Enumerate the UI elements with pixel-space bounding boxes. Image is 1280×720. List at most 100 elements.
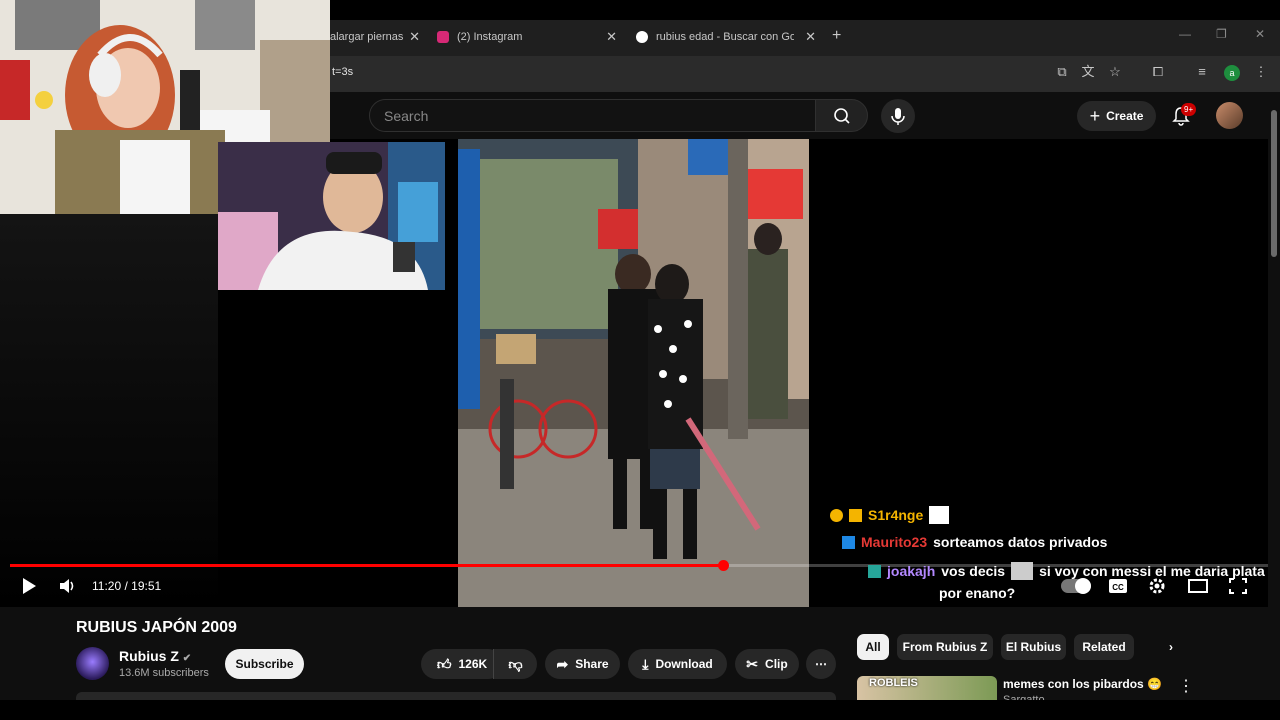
tab-title: rubius edad - Buscar con Google	[656, 31, 794, 43]
microphone-icon	[891, 108, 905, 125]
profile-avatar[interactable]: a	[1224, 65, 1240, 81]
plus-icon: +	[1089, 105, 1101, 126]
search-input[interactable]: Search	[369, 99, 816, 132]
create-label: Create	[1106, 109, 1144, 123]
chip-related[interactable]: Related	[1074, 634, 1134, 660]
chat-message: Maurito23 sorteamos datos privados	[842, 534, 1107, 550]
chips-next-button[interactable]: ›	[1158, 634, 1184, 660]
like-count: 126K	[458, 657, 488, 671]
channel-name-text: Rubius Z	[119, 648, 179, 664]
create-button[interactable]: + Create	[1077, 101, 1156, 131]
emote-icon	[929, 506, 950, 524]
description-box[interactable]	[76, 692, 836, 700]
time-display: 11:20 / 19:51	[92, 579, 162, 593]
thumbs-up-icon: 👍︎	[436, 655, 452, 672]
translate-icon[interactable]: 文	[1080, 64, 1096, 80]
verified-icon: ✔	[182, 653, 192, 664]
chip-el-rubius[interactable]: El Rubius	[1001, 634, 1066, 660]
channel-name[interactable]: Rubius Z ✔	[119, 648, 191, 664]
media-control-icon[interactable]: ≡	[1194, 64, 1210, 80]
autoplay-toggle[interactable]	[1061, 578, 1091, 594]
clip-label: Clip	[765, 657, 788, 671]
taskbar-strip	[0, 700, 1280, 720]
dislike-button[interactable]: 👎︎	[493, 649, 537, 679]
close-tab-icon[interactable]: ✕	[409, 29, 420, 45]
instagram-icon	[437, 31, 449, 43]
badge-icon	[830, 508, 843, 522]
chat-text: si voy con messi el me daria plata	[1039, 563, 1265, 579]
subscriber-count: 13.6M subscribers	[119, 667, 209, 679]
progress-bar-fill	[10, 564, 723, 567]
chat-username: joakajh	[887, 563, 936, 579]
channel-avatar[interactable]	[76, 647, 109, 680]
like-button[interactable]: 👍︎ 126K	[421, 649, 503, 679]
share-icon: ➦	[556, 655, 569, 672]
search-button[interactable]	[815, 99, 868, 132]
tab-title: alargar piernas	[330, 31, 404, 43]
video-dark-region	[0, 214, 218, 607]
tab-instagram[interactable]: (2) Instagram ✕	[437, 24, 617, 50]
new-tab-button[interactable]: +	[832, 27, 841, 45]
cast-icon[interactable]: ⧉	[1054, 64, 1070, 80]
close-tab-icon[interactable]: ✕	[606, 29, 617, 45]
chat-message-continued: por enano?	[939, 585, 1015, 601]
browser-menu-icon[interactable]: ⋮	[1253, 64, 1269, 80]
url-text[interactable]: t=3s	[332, 66, 353, 78]
search-placeholder: Search	[384, 108, 429, 124]
autoplay-toggle-knob	[1075, 578, 1091, 594]
video-title: RUBIUS JAPÓN 2009	[76, 619, 237, 636]
close-window-icon[interactable]: ✕	[1255, 27, 1265, 41]
recommended-video-title[interactable]: memes con los pibardos 😁	[1003, 677, 1162, 691]
webcam-overlay-guest	[218, 142, 445, 290]
progress-scrubber-handle[interactable]	[718, 560, 729, 571]
restore-icon[interactable]: ❐	[1216, 27, 1227, 41]
theater-mode-icon[interactable]	[1188, 579, 1208, 593]
chip-from-channel[interactable]: From Rubius Z	[897, 634, 993, 660]
google-icon	[636, 31, 648, 43]
download-label: Download	[655, 657, 713, 671]
captions-icon[interactable]: CC	[1108, 578, 1128, 594]
badge-icon	[842, 535, 855, 549]
download-button[interactable]: ⤓ Download	[628, 649, 727, 679]
share-button[interactable]: ➦ Share	[545, 649, 620, 679]
chevron-right-icon: ›	[1169, 640, 1173, 654]
tab-title: (2) Instagram	[457, 31, 523, 43]
chat-text: vos decis	[941, 563, 1006, 579]
scissors-icon: ✂	[746, 655, 759, 672]
thumbnail-text: ROBLEIS	[869, 677, 918, 689]
tab-alargar-piernas[interactable]: alargar piernas ✕	[330, 24, 420, 50]
chat-message: joakajh vos decis si voy con messi el me…	[868, 562, 1265, 580]
close-tab-icon[interactable]: ✕	[805, 29, 816, 45]
tab-google-search[interactable]: rubius edad - Buscar con Google ✕	[636, 24, 816, 50]
thumbs-down-icon: 👎︎	[508, 655, 523, 672]
chat-username: S1r4nge	[868, 507, 924, 523]
account-avatar[interactable]	[1216, 102, 1243, 129]
subscribe-button[interactable]: Subscribe	[225, 649, 304, 679]
play-icon[interactable]	[20, 577, 38, 595]
minimize-icon[interactable]: —	[1179, 27, 1191, 41]
share-label: Share	[575, 657, 609, 671]
svg-text:CC: CC	[1112, 583, 1124, 592]
search-icon	[834, 108, 850, 124]
chat-username: Maurito23	[861, 534, 928, 550]
volume-icon[interactable]	[58, 577, 78, 595]
bookmark-star-icon[interactable]: ☆	[1107, 64, 1123, 80]
extensions-icon[interactable]: ⧠	[1150, 64, 1166, 80]
clip-button[interactable]: ✂ Clip	[735, 649, 799, 679]
video-frame-street-photo	[458, 139, 809, 607]
recommendation-menu-icon[interactable]: ⋮	[1178, 676, 1194, 696]
crown-icon	[849, 508, 862, 522]
voice-search-button[interactable]	[881, 99, 915, 133]
scrollbar-thumb[interactable]	[1271, 110, 1277, 257]
emote-icon	[1011, 562, 1034, 580]
download-icon: ⤓	[642, 655, 649, 672]
chat-text: sorteamos datos privados	[933, 534, 1108, 550]
badge-icon	[868, 564, 881, 578]
more-actions-button[interactable]: ⋯	[806, 649, 836, 679]
notification-count-badge: 9+	[1181, 103, 1197, 116]
chip-all[interactable]: All	[857, 634, 889, 660]
chat-text: por enano?	[939, 585, 1016, 601]
fullscreen-icon[interactable]	[1229, 578, 1247, 594]
chat-message: S1r4nge	[830, 506, 950, 524]
more-icon: ⋯	[815, 657, 827, 671]
